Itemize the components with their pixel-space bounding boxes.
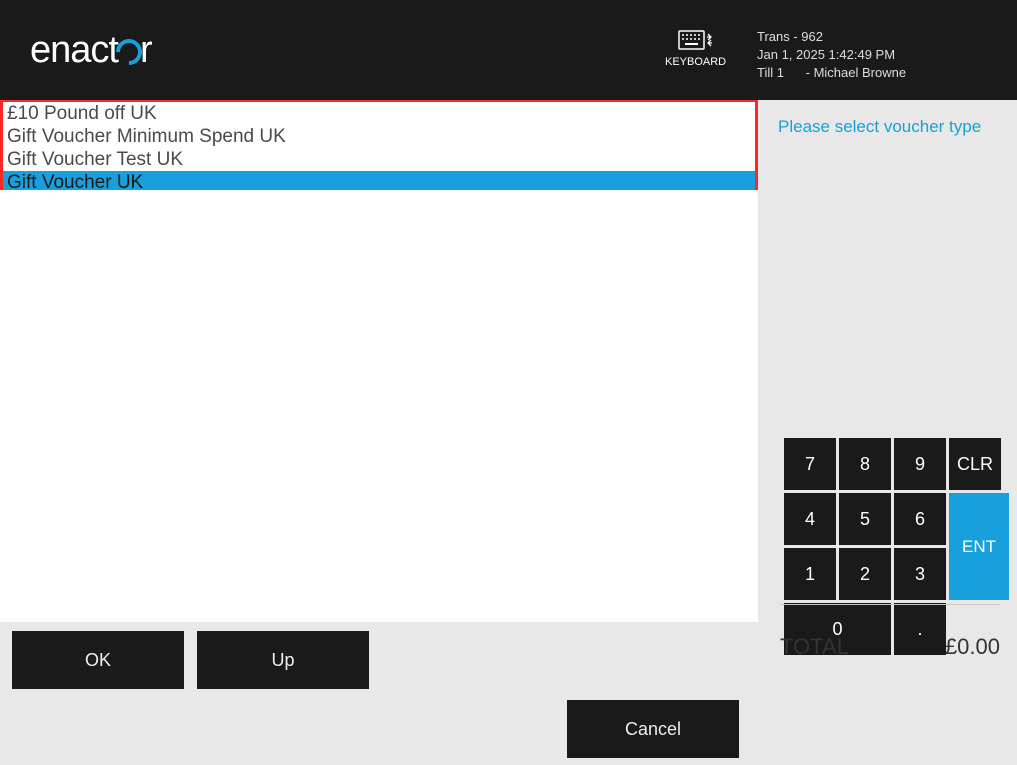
content-panel [0, 190, 758, 622]
key-1[interactable]: 1 [784, 548, 836, 600]
key-enter[interactable]: ENT [949, 493, 1009, 600]
key-4[interactable]: 4 [784, 493, 836, 545]
till-sep: - [806, 65, 814, 80]
keyboard-label: KEYBOARD [665, 56, 726, 68]
logo-text-1: enact [30, 29, 118, 72]
up-button[interactable]: Up [197, 631, 369, 689]
brand-logo: enact r [30, 29, 152, 72]
key-6[interactable]: 6 [894, 493, 946, 545]
total-row: TOTAL £0.00 [780, 634, 1000, 660]
list-item[interactable]: Gift Voucher Minimum Spend UK [3, 125, 755, 148]
total-value: £0.00 [945, 634, 1000, 660]
keyboard-button[interactable]: KEYBOARD [665, 28, 726, 68]
list-item[interactable]: Gift Voucher Test UK [3, 148, 755, 171]
prompt-text: Please select voucher type [778, 117, 981, 137]
key-9[interactable]: 9 [894, 438, 946, 490]
transaction-id: Trans - 962 [757, 28, 906, 46]
key-7[interactable]: 7 [784, 438, 836, 490]
voucher-list: £10 Pound off UK Gift Voucher Minimum Sp… [0, 100, 758, 190]
numeric-keypad: 7 8 9 CLR 4 5 6 1 2 3 0 . ENT [784, 438, 1009, 655]
operator-name: Michael Browne [814, 65, 907, 80]
header-info: Trans - 962 Jan 1, 2025 1:42:49 PM Till … [757, 28, 906, 83]
header-till-operator: Till 1 - Michael Browne [757, 64, 906, 82]
ok-button[interactable]: OK [12, 631, 184, 689]
key-clear[interactable]: CLR [949, 438, 1001, 490]
key-5[interactable]: 5 [839, 493, 891, 545]
keyboard-icon [665, 28, 726, 52]
key-3[interactable]: 3 [894, 548, 946, 600]
total-label: TOTAL [780, 634, 849, 660]
key-8[interactable]: 8 [839, 438, 891, 490]
header-datetime: Jan 1, 2025 1:42:49 PM [757, 46, 906, 64]
cancel-button[interactable]: Cancel [567, 700, 739, 758]
key-2[interactable]: 2 [839, 548, 891, 600]
list-item[interactable]: £10 Pound off UK [3, 102, 755, 125]
total-divider [780, 604, 1000, 605]
till-id: Till 1 [757, 65, 784, 80]
app-header: enact r KEYBOARD Trans - 962 Jan 1, 2025… [0, 0, 1017, 100]
